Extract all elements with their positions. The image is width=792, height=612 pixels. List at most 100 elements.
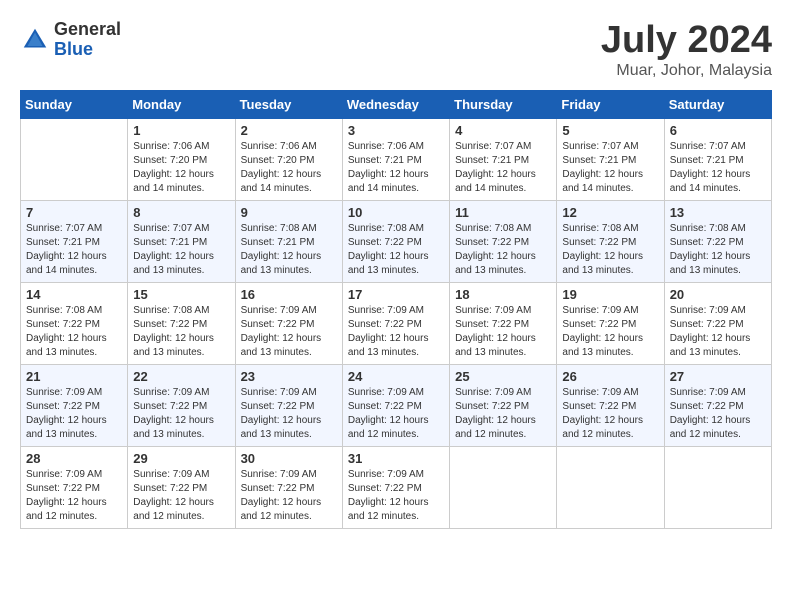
calendar-cell: 26 Sunrise: 7:09 AMSunset: 7:22 PMDayligh…	[557, 364, 664, 446]
calendar-cell: 29 Sunrise: 7:09 AMSunset: 7:22 PMDayligh…	[128, 446, 235, 528]
day-number: 5	[562, 123, 658, 138]
day-info: Sunrise: 7:09 AMSunset: 7:22 PMDaylight:…	[133, 386, 229, 442]
day-number: 20	[670, 287, 766, 302]
day-info: Sunrise: 7:08 AMSunset: 7:22 PMDaylight:…	[562, 222, 658, 278]
day-number: 2	[241, 123, 337, 138]
logo: General Blue	[20, 20, 121, 60]
day-info: Sunrise: 7:07 AMSunset: 7:21 PMDaylight:…	[455, 140, 551, 196]
day-info: Sunrise: 7:08 AMSunset: 7:22 PMDaylight:…	[455, 222, 551, 278]
calendar-cell: 4 Sunrise: 7:07 AMSunset: 7:21 PMDaylight…	[450, 118, 557, 200]
day-number: 24	[348, 369, 444, 384]
day-info: Sunrise: 7:09 AMSunset: 7:22 PMDaylight:…	[241, 468, 337, 524]
day-info: Sunrise: 7:07 AMSunset: 7:21 PMDaylight:…	[26, 222, 122, 278]
day-info: Sunrise: 7:08 AMSunset: 7:21 PMDaylight:…	[241, 222, 337, 278]
day-number: 6	[670, 123, 766, 138]
col-header-thursday: Thursday	[450, 90, 557, 118]
day-number: 27	[670, 369, 766, 384]
day-number: 23	[241, 369, 337, 384]
day-info: Sunrise: 7:09 AMSunset: 7:22 PMDaylight:…	[348, 386, 444, 442]
col-header-monday: Monday	[128, 90, 235, 118]
day-number: 25	[455, 369, 551, 384]
calendar-week-5: 28 Sunrise: 7:09 AMSunset: 7:22 PMDayligh…	[21, 446, 772, 528]
logo-icon	[20, 25, 50, 55]
day-number: 10	[348, 205, 444, 220]
calendar-cell: 27 Sunrise: 7:09 AMSunset: 7:22 PMDayligh…	[664, 364, 771, 446]
day-info: Sunrise: 7:09 AMSunset: 7:22 PMDaylight:…	[562, 304, 658, 360]
calendar-week-4: 21 Sunrise: 7:09 AMSunset: 7:22 PMDayligh…	[21, 364, 772, 446]
col-header-friday: Friday	[557, 90, 664, 118]
day-number: 8	[133, 205, 229, 220]
calendar-cell	[664, 446, 771, 528]
day-info: Sunrise: 7:07 AMSunset: 7:21 PMDaylight:…	[133, 222, 229, 278]
calendar-cell: 10 Sunrise: 7:08 AMSunset: 7:22 PMDayligh…	[342, 200, 449, 282]
day-info: Sunrise: 7:09 AMSunset: 7:22 PMDaylight:…	[241, 386, 337, 442]
day-info: Sunrise: 7:07 AMSunset: 7:21 PMDaylight:…	[562, 140, 658, 196]
calendar-week-2: 7 Sunrise: 7:07 AMSunset: 7:21 PMDaylight…	[21, 200, 772, 282]
day-number: 19	[562, 287, 658, 302]
calendar-cell: 11 Sunrise: 7:08 AMSunset: 7:22 PMDayligh…	[450, 200, 557, 282]
col-header-wednesday: Wednesday	[342, 90, 449, 118]
col-header-tuesday: Tuesday	[235, 90, 342, 118]
calendar-cell: 15 Sunrise: 7:08 AMSunset: 7:22 PMDayligh…	[128, 282, 235, 364]
location: Muar, Johor, Malaysia	[601, 62, 772, 80]
calendar-cell: 7 Sunrise: 7:07 AMSunset: 7:21 PMDaylight…	[21, 200, 128, 282]
calendar-cell: 19 Sunrise: 7:09 AMSunset: 7:22 PMDayligh…	[557, 282, 664, 364]
day-number: 11	[455, 205, 551, 220]
day-info: Sunrise: 7:09 AMSunset: 7:22 PMDaylight:…	[562, 386, 658, 442]
day-info: Sunrise: 7:08 AMSunset: 7:22 PMDaylight:…	[348, 222, 444, 278]
calendar-cell	[21, 118, 128, 200]
col-header-sunday: Sunday	[21, 90, 128, 118]
calendar-table: SundayMondayTuesdayWednesdayThursdayFrid…	[20, 90, 772, 529]
day-number: 29	[133, 451, 229, 466]
calendar-cell: 30Sunrise: 7:09 AMSunset: 7:22 PMDayligh…	[235, 446, 342, 528]
calendar-cell: 24 Sunrise: 7:09 AMSunset: 7:22 PMDayligh…	[342, 364, 449, 446]
day-info: Sunrise: 7:07 AMSunset: 7:21 PMDaylight:…	[670, 140, 766, 196]
day-number: 16	[241, 287, 337, 302]
day-info: Sunrise: 7:09 AMSunset: 7:22 PMDaylight:…	[348, 304, 444, 360]
day-info: Sunrise: 7:09 AMSunset: 7:22 PMDaylight:…	[133, 468, 229, 524]
day-info: Sunrise: 7:09 AMSunset: 7:22 PMDaylight:…	[241, 304, 337, 360]
day-info: Sunrise: 7:06 AMSunset: 7:20 PMDaylight:…	[133, 140, 229, 196]
day-number: 26	[562, 369, 658, 384]
logo-blue: Blue	[54, 40, 121, 60]
calendar-cell: 2Sunrise: 7:06 AMSunset: 7:20 PMDaylight…	[235, 118, 342, 200]
calendar-cell: 17 Sunrise: 7:09 AMSunset: 7:22 PMDayligh…	[342, 282, 449, 364]
calendar-header-row: SundayMondayTuesdayWednesdayThursdayFrid…	[21, 90, 772, 118]
calendar-cell	[557, 446, 664, 528]
day-number: 12	[562, 205, 658, 220]
day-number: 22	[133, 369, 229, 384]
day-number: 15	[133, 287, 229, 302]
calendar-cell: 13Sunrise: 7:08 AMSunset: 7:22 PMDayligh…	[664, 200, 771, 282]
calendar-cell: 16 Sunrise: 7:09 AMSunset: 7:22 PMDayligh…	[235, 282, 342, 364]
day-info: Sunrise: 7:09 AMSunset: 7:22 PMDaylight:…	[26, 468, 122, 524]
calendar-cell: 8 Sunrise: 7:07 AMSunset: 7:21 PMDaylight…	[128, 200, 235, 282]
day-number: 28	[26, 451, 122, 466]
calendar-cell: 18 Sunrise: 7:09 AMSunset: 7:22 PMDayligh…	[450, 282, 557, 364]
logo-general: General	[54, 20, 121, 40]
day-info: Sunrise: 7:09 AMSunset: 7:22 PMDaylight:…	[670, 386, 766, 442]
day-info: Sunrise: 7:09 AMSunset: 7:22 PMDaylight:…	[455, 304, 551, 360]
day-number: 18	[455, 287, 551, 302]
calendar-cell: 20Sunrise: 7:09 AMSunset: 7:22 PMDayligh…	[664, 282, 771, 364]
day-number: 9	[241, 205, 337, 220]
day-number: 21	[26, 369, 122, 384]
calendar-cell: 1Sunrise: 7:06 AMSunset: 7:20 PMDaylight…	[128, 118, 235, 200]
calendar-cell	[450, 446, 557, 528]
day-info: Sunrise: 7:08 AMSunset: 7:22 PMDaylight:…	[133, 304, 229, 360]
calendar-cell: 12 Sunrise: 7:08 AMSunset: 7:22 PMDayligh…	[557, 200, 664, 282]
calendar-cell: 3 Sunrise: 7:06 AMSunset: 7:21 PMDaylight…	[342, 118, 449, 200]
calendar-cell: 6 Sunrise: 7:07 AMSunset: 7:21 PMDaylight…	[664, 118, 771, 200]
day-number: 17	[348, 287, 444, 302]
day-number: 7	[26, 205, 122, 220]
day-number: 3	[348, 123, 444, 138]
day-info: Sunrise: 7:09 AMSunset: 7:22 PMDaylight:…	[26, 386, 122, 442]
logo-text: General Blue	[54, 20, 121, 60]
calendar-week-3: 14Sunrise: 7:08 AMSunset: 7:22 PMDayligh…	[21, 282, 772, 364]
day-number: 13	[670, 205, 766, 220]
day-info: Sunrise: 7:06 AMSunset: 7:21 PMDaylight:…	[348, 140, 444, 196]
day-number: 4	[455, 123, 551, 138]
month-year: July 2024	[601, 20, 772, 62]
calendar-cell: 9 Sunrise: 7:08 AMSunset: 7:21 PMDaylight…	[235, 200, 342, 282]
calendar-cell: 21 Sunrise: 7:09 AMSunset: 7:22 PMDayligh…	[21, 364, 128, 446]
calendar-cell: 5 Sunrise: 7:07 AMSunset: 7:21 PMDaylight…	[557, 118, 664, 200]
